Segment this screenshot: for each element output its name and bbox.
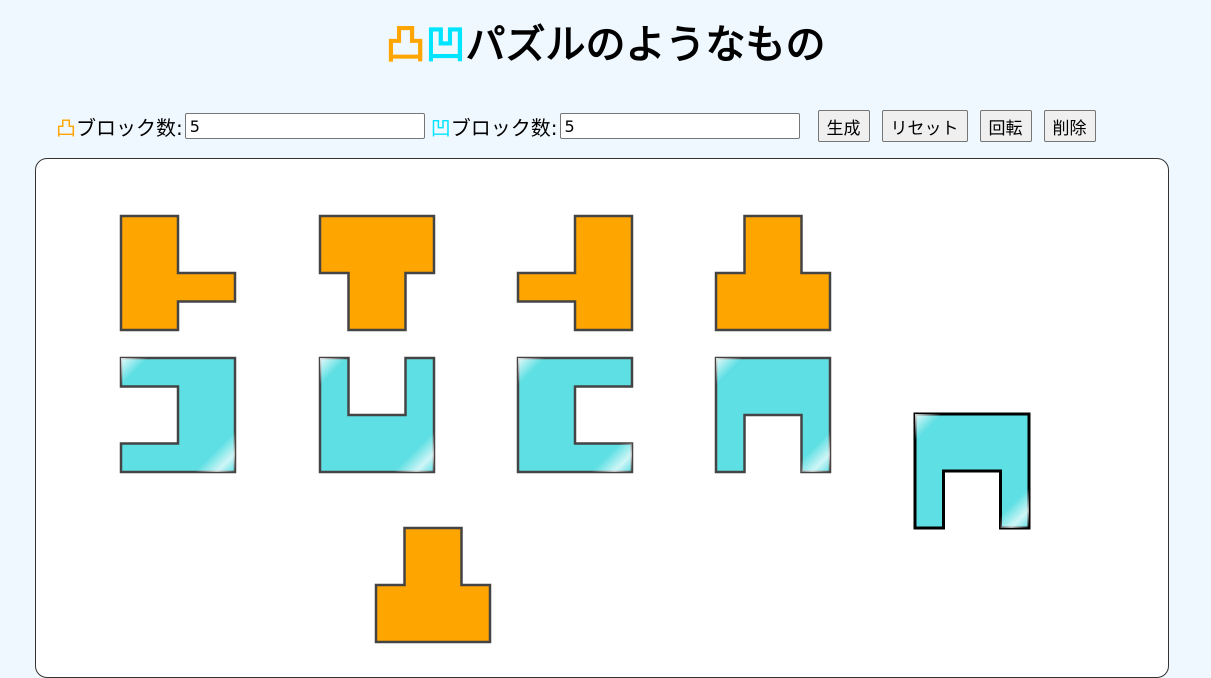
ou-piece-1[interactable]: [119, 356, 237, 474]
title-text: パズルのようなもの: [465, 22, 826, 68]
control-bar: 凸 ブロック数: 凹 ブロック数: 生成 リセット 回転 削除: [56, 108, 1096, 144]
totsu-count-label: ブロック数:: [76, 115, 183, 140]
totsu-piece-1[interactable]: [119, 214, 237, 332]
ou-piece-4[interactable]: [714, 356, 832, 474]
totsu-symbol: 凸: [385, 22, 426, 68]
ou-piece-3[interactable]: [516, 356, 634, 474]
totsu-count-input[interactable]: [184, 113, 425, 139]
totsu-piece-5[interactable]: [374, 526, 492, 644]
puzzle-board[interactable]: [35, 158, 1169, 678]
totsu-piece-2[interactable]: [318, 214, 436, 332]
ou-count-input[interactable]: [559, 113, 800, 139]
ou-piece-5[interactable]: [913, 412, 1031, 530]
totsu-piece-4[interactable]: [714, 214, 832, 332]
delete-button[interactable]: 削除: [1043, 110, 1096, 142]
generate-button[interactable]: 生成: [817, 110, 870, 142]
ou-piece-2[interactable]: [318, 356, 436, 474]
puzzle-canvas[interactable]: [35, 158, 1169, 661]
ou-symbol: 凹: [430, 115, 451, 140]
page-title: 凸凹パズルのようなもの: [0, 14, 1211, 76]
rotate-button[interactable]: 回転: [979, 110, 1032, 142]
reset-button[interactable]: リセット: [881, 110, 968, 142]
totsu-symbol: 凸: [56, 115, 76, 140]
totsu-piece-3[interactable]: [516, 214, 634, 332]
ou-count-label: ブロック数:: [450, 115, 558, 140]
ou-symbol: 凹: [425, 22, 466, 68]
